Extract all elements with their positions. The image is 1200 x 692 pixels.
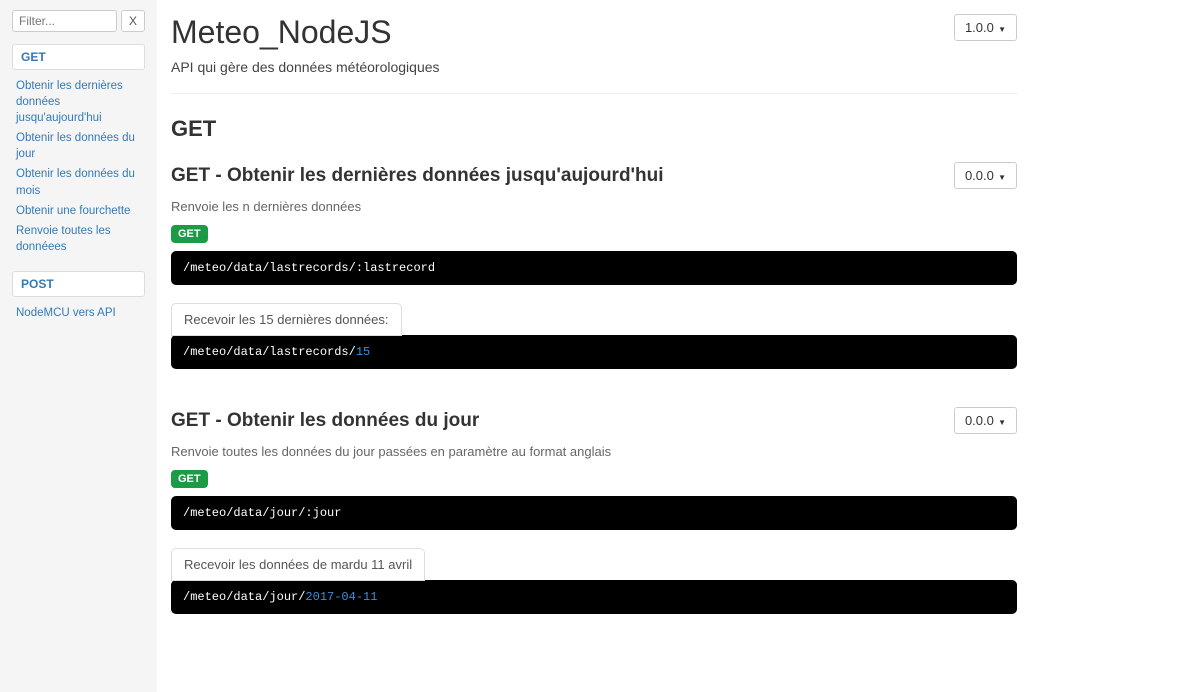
endpoint-path-code: /meteo/data/jour/:jour — [171, 496, 1017, 530]
main-content: Meteo_NodeJS 1.0.0 ▼ API qui gère des do… — [157, 0, 1057, 692]
example-path-param: 15 — [356, 345, 370, 359]
sidebar-item-day-data[interactable]: Obtenir les données du jour — [16, 128, 141, 164]
filter-input[interactable] — [12, 10, 117, 32]
example-path-prefix: /meteo/data/lastrecords/ — [183, 345, 356, 359]
page-subtitle: API qui gère des données météorologiques — [171, 59, 1017, 75]
page-title: Meteo_NodeJS — [171, 14, 392, 51]
version-label: 1.0.0 — [965, 20, 994, 35]
chevron-down-icon: ▼ — [996, 418, 1006, 427]
endpoint-jour: GET - Obtenir les données du jour 0.0.0 … — [171, 407, 1017, 614]
endpoint-example-code: /meteo/data/jour/2017-04-11 — [171, 580, 1017, 614]
endpoint-description: Renvoie les n dernières données — [171, 199, 1017, 214]
method-badge-get: GET — [171, 225, 208, 243]
endpoint-version-dropdown[interactable]: 0.0.0 ▼ — [954, 162, 1017, 189]
method-badge-get: GET — [171, 470, 208, 488]
divider — [171, 93, 1017, 94]
example-path-prefix: /meteo/data/jour/ — [183, 590, 305, 604]
endpoint-description: Renvoie toutes les données du jour passé… — [171, 444, 1017, 459]
example-tab[interactable]: Recevoir les données de mardu 11 avril — [171, 548, 425, 581]
sidebar-item-month-data[interactable]: Obtenir les données du mois — [16, 164, 141, 200]
sidebar-item-last-data[interactable]: Obtenir les dernières données jusqu'aujo… — [16, 76, 141, 128]
endpoint-lastrecords: GET - Obtenir les dernières données jusq… — [171, 162, 1017, 369]
section-heading-get: GET — [171, 116, 1017, 142]
endpoint-version-label: 0.0.0 — [965, 413, 994, 428]
endpoint-title: GET - Obtenir les dernières données jusq… — [171, 165, 664, 187]
endpoint-path-code: /meteo/data/lastrecords/:lastrecord — [171, 251, 1017, 285]
sidebar-item-all-data[interactable]: Renvoie toutes les donnéees — [16, 221, 141, 257]
chevron-down-icon: ▼ — [996, 173, 1006, 182]
version-dropdown[interactable]: 1.0.0 ▼ — [954, 14, 1017, 41]
endpoint-version-dropdown[interactable]: 0.0.0 ▼ — [954, 407, 1017, 434]
sidebar-item-range[interactable]: Obtenir une fourchette — [16, 201, 141, 221]
endpoint-title: GET - Obtenir les données du jour — [171, 410, 479, 432]
example-tab[interactable]: Recevoir les 15 dernières données: — [171, 303, 402, 336]
sidebar-group-post[interactable]: POST — [12, 271, 145, 297]
endpoint-example-code: /meteo/data/lastrecords/15 — [171, 335, 1017, 369]
example-path-param: 2017-04-11 — [305, 590, 377, 604]
sidebar-item-nodemcu[interactable]: NodeMCU vers API — [16, 303, 141, 323]
endpoint-version-label: 0.0.0 — [965, 168, 994, 183]
chevron-down-icon: ▼ — [996, 25, 1006, 34]
sidebar-group-get[interactable]: GET — [12, 44, 145, 70]
clear-filter-button[interactable]: X — [121, 10, 145, 32]
sidebar: X GET Obtenir les dernières données jusq… — [0, 0, 157, 692]
